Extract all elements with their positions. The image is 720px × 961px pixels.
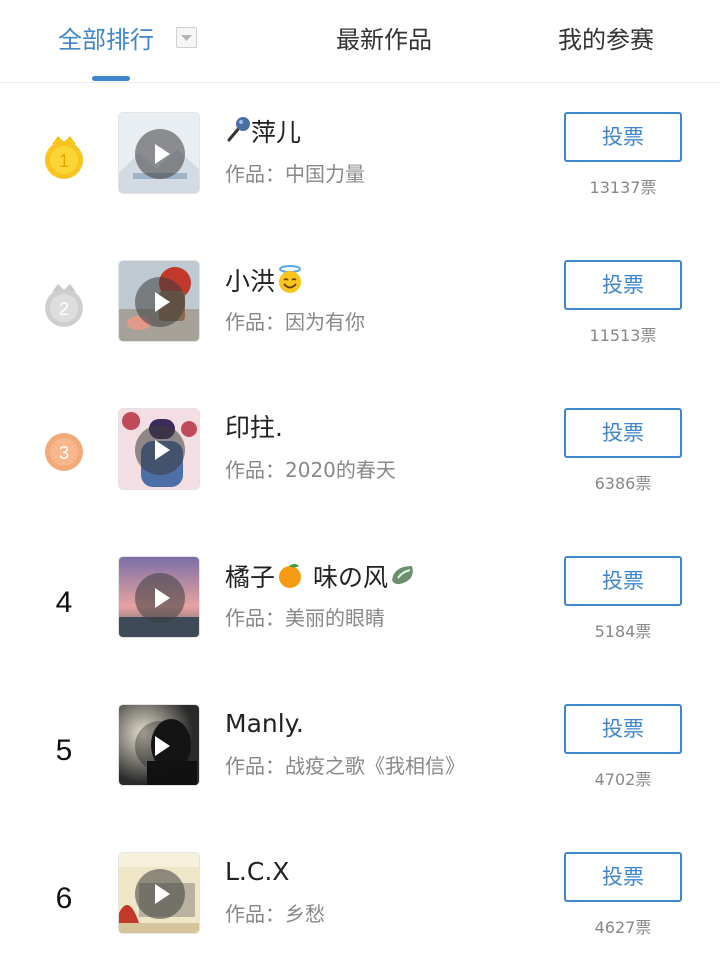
gold-crown-badge-icon: 1 — [42, 130, 86, 182]
play-icon — [135, 277, 185, 327]
vote-button[interactable]: 投票 — [564, 704, 682, 754]
rank-number: 4 — [55, 586, 73, 619]
tab-my-entries[interactable]: 我的参赛 — [558, 22, 654, 62]
list-item[interactable]: 3 印拄. 作品：2020的春天 投票 6386票 — [0, 388, 720, 536]
video-thumbnail[interactable] — [118, 260, 200, 342]
video-thumbnail[interactable] — [118, 112, 200, 194]
vote-count: 6386票 — [594, 474, 652, 493]
play-icon — [135, 425, 185, 475]
participant-name: Manly. — [225, 709, 304, 738]
rank-number: 5 — [55, 734, 73, 767]
list-item[interactable]: 1 萍儿 作品：中国力量 投票 13137票 — [0, 92, 720, 240]
video-thumbnail[interactable] — [118, 704, 200, 786]
video-thumbnail[interactable] — [118, 408, 200, 490]
tab-bar: 全部排行 最新作品 我的参赛 — [0, 0, 720, 83]
vote-count: 4702票 — [594, 770, 652, 789]
tab-latest-works[interactable]: 最新作品 — [336, 22, 432, 62]
list-item[interactable]: 5 Manly. 作品：战疫之歌《我相信》 投票 4702票 — [0, 684, 720, 832]
list-item[interactable]: 6 L.C.X 作品：乡愁 投票 4627票 — [0, 832, 720, 961]
vote-count: 4627票 — [594, 918, 652, 937]
play-icon — [135, 869, 185, 919]
play-icon — [135, 573, 185, 623]
ranking-page: 全部排行 最新作品 我的参赛 1 萍儿 作品：中国力量 投票 13137票 2 … — [0, 0, 720, 961]
participant-name: 萍儿 — [225, 116, 301, 152]
vote-count: 11513票 — [589, 326, 657, 345]
bronze-badge-icon: 3 — [42, 428, 86, 480]
list-item[interactable]: 2 小洪 作品：因为有你 投票 11513票 — [0, 240, 720, 388]
vote-count: 5184票 — [594, 622, 652, 641]
play-icon — [135, 721, 185, 771]
list-item[interactable]: 4 橘子 味の风 作品：美丽的眼睛 投票 5184票 — [0, 536, 720, 684]
svg-text:1: 1 — [59, 151, 69, 171]
play-icon — [135, 129, 185, 179]
tab-all-ranking[interactable]: 全部排行 — [58, 22, 154, 62]
work-title: 作品：中国力量 — [225, 162, 365, 186]
svg-text:3: 3 — [59, 443, 69, 463]
vote-button[interactable]: 投票 — [564, 408, 682, 458]
work-title: 作品：美丽的眼睛 — [225, 606, 385, 630]
participant-name: 小洪 — [225, 264, 305, 302]
participant-name: L.C.X — [225, 857, 290, 886]
svg-text:2: 2 — [59, 299, 69, 319]
participant-name: 印拄. — [225, 413, 283, 442]
video-thumbnail[interactable] — [118, 852, 200, 934]
vote-button[interactable]: 投票 — [564, 556, 682, 606]
video-thumbnail[interactable] — [118, 556, 200, 638]
vote-button[interactable]: 投票 — [564, 852, 682, 902]
leaf-swirl-icon — [388, 560, 418, 598]
vote-button[interactable]: 投票 — [564, 260, 682, 310]
work-title: 作品：战疫之歌《我相信》 — [225, 754, 465, 778]
microphone-icon — [225, 116, 251, 152]
vote-count: 13137票 — [589, 178, 657, 197]
work-title: 作品：乡愁 — [225, 902, 325, 926]
vote-button[interactable]: 投票 — [564, 112, 682, 162]
rank-number: 6 — [55, 882, 73, 915]
halo-smile-icon — [275, 264, 305, 302]
active-tab-indicator — [92, 76, 130, 81]
chevron-down-icon[interactable] — [176, 27, 197, 48]
work-title: 作品：2020的春天 — [225, 458, 396, 482]
work-title: 作品：因为有你 — [225, 310, 365, 334]
silver-crown-badge-icon: 2 — [42, 278, 86, 330]
participant-name: 橘子 味の风 — [225, 560, 418, 598]
tangerine-icon — [275, 560, 305, 598]
